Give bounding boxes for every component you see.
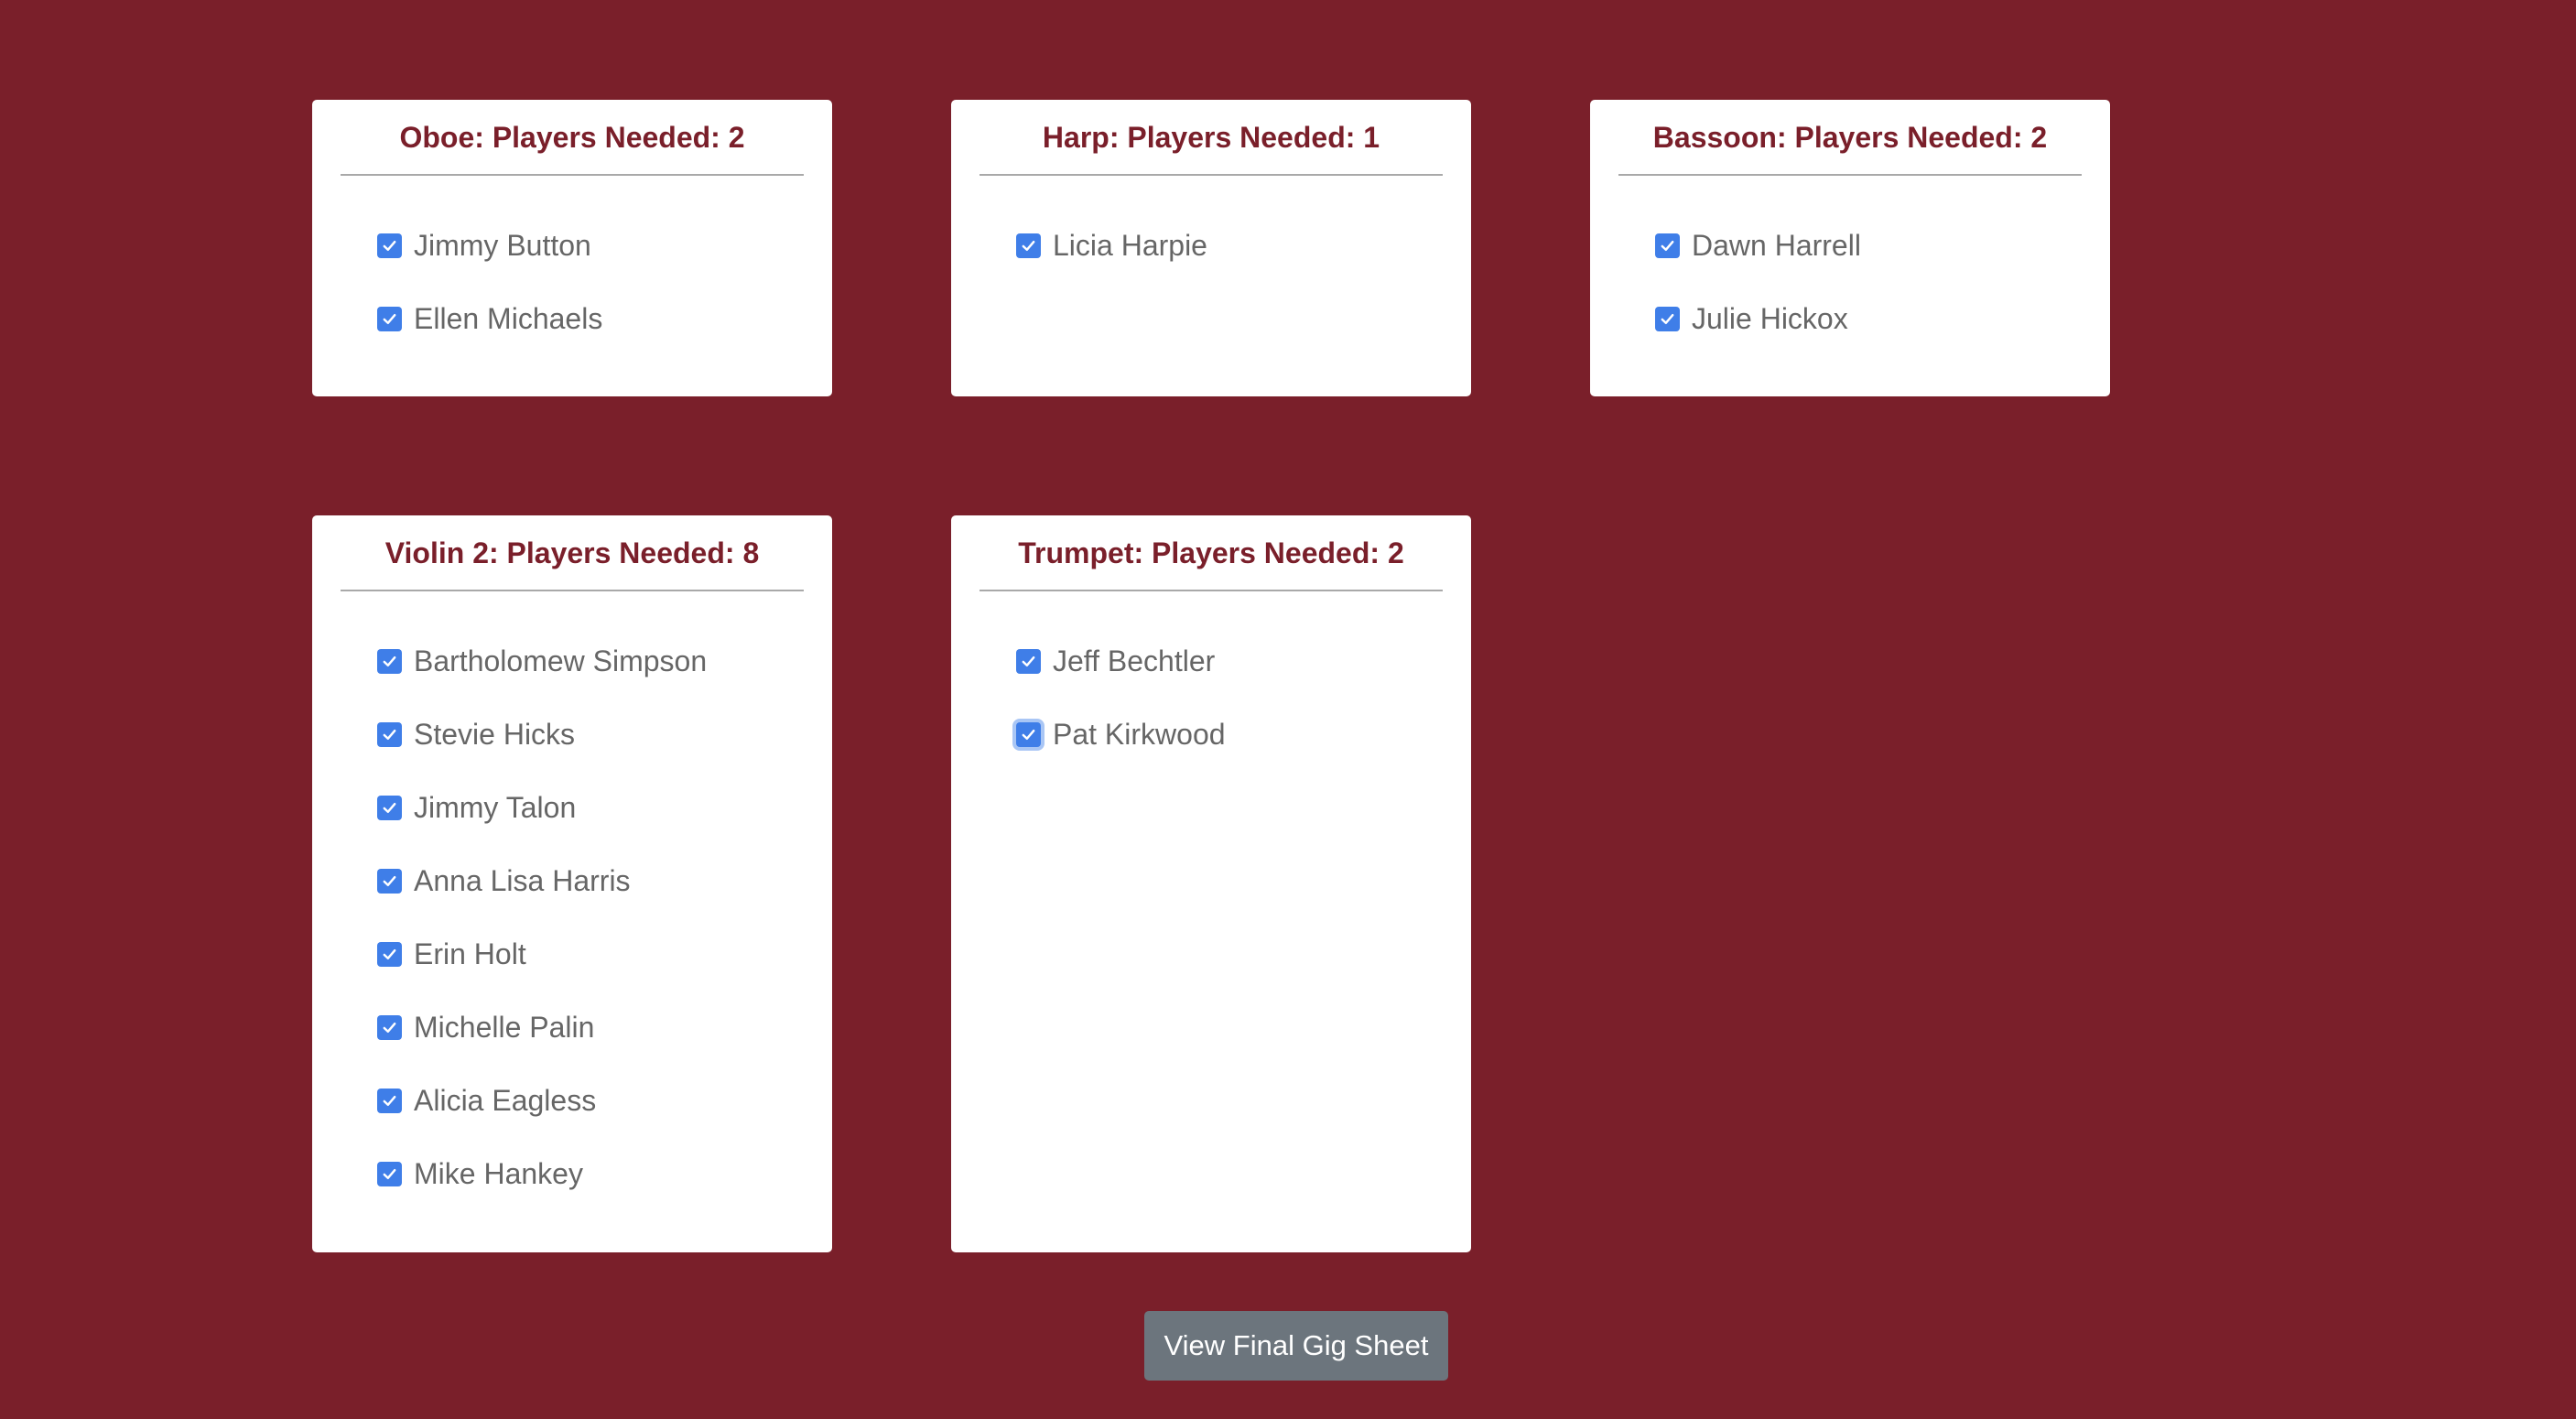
player-list: Jeff Bechtler Pat Kirkwood <box>1016 645 1226 796</box>
player-row[interactable]: Mike Hankey <box>377 1157 707 1235</box>
checkbox-checked-icon[interactable] <box>377 1162 402 1186</box>
player-row[interactable]: Jeff Bechtler <box>1016 645 1226 722</box>
player-name: Licia Harpie <box>1053 229 1207 262</box>
player-row[interactable]: Stevie Hicks <box>377 718 707 796</box>
checkbox-checked-icon[interactable] <box>1016 649 1041 674</box>
player-row[interactable]: Ellen Michaels <box>377 302 603 380</box>
player-list: Licia Harpie <box>1016 229 1207 307</box>
card-title: Violin 2: Players Needed: 8 <box>384 536 760 569</box>
divider <box>341 590 804 591</box>
player-name: Erin Holt <box>414 937 526 970</box>
checkbox-checked-icon[interactable] <box>377 307 402 331</box>
player-row[interactable]: Jimmy Talon <box>377 791 707 869</box>
player-row[interactable]: Julie Hickox <box>1655 302 1861 380</box>
checkbox-checked-icon[interactable] <box>1655 307 1680 331</box>
player-name: Bartholomew Simpson <box>414 645 708 677</box>
player-name: Dawn Harrell <box>1692 229 1861 262</box>
checkbox-checked-icon[interactable] <box>377 1015 402 1040</box>
player-row[interactable]: Licia Harpie <box>1016 229 1207 307</box>
player-name: Alicia Eagless <box>414 1084 597 1117</box>
player-name: Pat Kirkwood <box>1053 718 1226 751</box>
checkbox-checked-icon[interactable] <box>377 796 402 820</box>
divider <box>1618 174 2082 176</box>
checkbox-checked-icon[interactable] <box>377 942 402 967</box>
instrument-card-harp: Harp: Players Needed: 1 Licia Harpie <box>951 100 1471 396</box>
player-row[interactable]: Alicia Eagless <box>377 1084 707 1162</box>
card-title: Trumpet: Players Needed: 2 <box>1018 536 1404 569</box>
player-name: Jeff Bechtler <box>1053 645 1216 677</box>
card-title: Harp: Players Needed: 1 <box>1042 121 1380 154</box>
player-list: Dawn Harrell Julie Hickox <box>1655 229 1861 380</box>
divider <box>341 174 804 176</box>
view-final-gig-sheet-button[interactable]: View Final Gig Sheet <box>1144 1311 1448 1381</box>
checkbox-checked-icon[interactable] <box>377 722 402 747</box>
player-row[interactable]: Dawn Harrell <box>1655 229 1861 307</box>
player-name: Anna Lisa Harris <box>414 864 631 897</box>
checkbox-checked-icon[interactable] <box>377 1089 402 1113</box>
checkbox-checked-icon[interactable] <box>1655 233 1680 258</box>
player-name: Ellen Michaels <box>414 302 603 335</box>
checkbox-checked-icon[interactable] <box>377 649 402 674</box>
instrument-card-bassoon: Bassoon: Players Needed: 2 Dawn Harrell … <box>1590 100 2110 396</box>
divider <box>980 590 1443 591</box>
player-name: Michelle Palin <box>414 1011 595 1044</box>
player-list: Jimmy Button Ellen Michaels <box>377 229 603 380</box>
checkbox-checked-icon[interactable] <box>377 869 402 894</box>
instrument-card-oboe: Oboe: Players Needed: 2 Jimmy Button Ell… <box>312 100 832 396</box>
checkbox-checked-icon[interactable] <box>1016 233 1041 258</box>
player-name: Stevie Hicks <box>414 718 576 751</box>
player-row[interactable]: Bartholomew Simpson <box>377 645 708 722</box>
player-row[interactable]: Pat Kirkwood <box>1016 718 1226 796</box>
divider <box>980 174 1443 176</box>
card-title: Bassoon: Players Needed: 2 <box>1652 121 2048 154</box>
player-name: Mike Hankey <box>414 1157 583 1190</box>
instrument-card-trumpet: Trumpet: Players Needed: 2 Jeff Bechtler… <box>951 515 1471 1252</box>
player-row[interactable]: Jimmy Button <box>377 229 602 307</box>
card-title: Oboe: Players Needed: 2 <box>399 121 745 154</box>
player-row[interactable]: Michelle Palin <box>377 1011 707 1089</box>
instrument-card-violin-2: Violin 2: Players Needed: 8 Bartholomew … <box>312 515 832 1252</box>
player-row[interactable]: Anna Lisa Harris <box>377 864 707 942</box>
player-list: Bartholomew Simpson Stevie Hicks Jimmy T… <box>377 645 708 1235</box>
player-name: Jimmy Talon <box>414 791 577 824</box>
checkbox-checked-icon[interactable] <box>1016 722 1041 747</box>
player-row[interactable]: Erin Holt <box>377 937 707 1015</box>
checkbox-checked-icon[interactable] <box>377 233 402 258</box>
player-name: Julie Hickox <box>1692 302 1848 335</box>
player-name: Jimmy Button <box>414 229 591 262</box>
